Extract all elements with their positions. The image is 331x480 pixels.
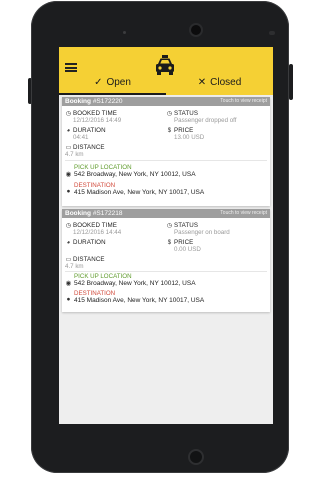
pickup-label: PICK UP LOCATION	[74, 273, 132, 280]
booking-label: Booking	[65, 98, 91, 105]
tab-open[interactable]: ✓ Open	[59, 74, 166, 95]
destination-pin-icon: ●	[66, 296, 71, 303]
distance-label: ▭ DISTANCE	[65, 144, 105, 151]
dollar-icon: $	[167, 128, 172, 134]
status-label: ◷ STATUS	[166, 110, 199, 117]
timer-icon: ◕	[66, 128, 71, 134]
booking-card-header[interactable]: Booking #S172220 Touch to view receipt	[62, 97, 270, 106]
destination-address: 415 Madison Ave, New York, NY 10017, USA	[74, 189, 205, 196]
ruler-icon: ▭	[65, 145, 72, 151]
distance-value: 4.7 km	[65, 151, 84, 158]
pickup-pin-icon: ◉	[65, 280, 72, 287]
app-bar: ✓ Open ✕ Closed	[59, 47, 273, 95]
phone-home-button[interactable]	[188, 449, 204, 465]
booking-card[interactable]: Booking #S172218 Touch to view receipt ◷…	[62, 209, 270, 312]
pickup-address: 542 Broadway, New York, NY 10012, USA	[74, 171, 196, 178]
status-value: Passenger on board	[174, 229, 230, 236]
divider	[65, 160, 267, 161]
phone-power-button	[289, 64, 293, 100]
booked-time-value: 12/12/2016 14:44	[73, 229, 122, 236]
booked-time-label: ◷ BOOKED TIME	[65, 222, 117, 229]
view-receipt-hint[interactable]: Touch to view receipt	[220, 209, 267, 218]
divider	[65, 271, 267, 272]
clock-icon: ◷	[166, 223, 173, 229]
check-icon: ✓	[94, 77, 103, 88]
booking-number: #S172220	[92, 98, 123, 105]
dollar-icon: $	[167, 240, 172, 246]
destination-pin-icon: ●	[66, 188, 71, 195]
clock-icon: ◷	[166, 111, 173, 117]
close-icon: ✕	[197, 77, 207, 88]
pickup-label: PICK UP LOCATION	[74, 164, 132, 171]
distance-value: 4.7 km	[65, 263, 84, 270]
ruler-icon: ▭	[65, 257, 72, 263]
distance-label: ▭ DISTANCE	[65, 256, 105, 263]
duration-value: 04:41	[73, 134, 89, 141]
duration-label: ◕ DURATION	[66, 239, 106, 246]
booking-number: #S172218	[92, 210, 123, 217]
phone-speaker	[123, 31, 126, 34]
pickup-pin-icon: ◉	[65, 171, 72, 178]
destination-label: DESTINATION	[74, 290, 116, 297]
view-receipt-hint[interactable]: Touch to view receipt	[220, 97, 267, 106]
status-value: Passenger dropped off	[174, 117, 237, 124]
destination-address: 415 Madison Ave, New York, NY 10017, USA	[74, 297, 205, 304]
booked-time-value: 12/12/2016 14:49	[73, 117, 122, 124]
price-label: $ PRICE	[167, 239, 194, 246]
status-label: ◷ STATUS	[166, 222, 199, 229]
price-value: 13.00 USD	[174, 134, 205, 141]
clock-icon: ◷	[65, 111, 72, 117]
booking-card-header[interactable]: Booking #S172218 Touch to view receipt	[62, 209, 270, 218]
booking-label: Booking	[65, 210, 91, 217]
phone-camera	[191, 25, 201, 35]
booked-time-label: ◷ BOOKED TIME	[65, 110, 117, 117]
tab-closed[interactable]: ✕ Closed	[166, 74, 273, 95]
hamburger-menu-icon[interactable]	[65, 63, 77, 72]
app-screen: ✓ Open ✕ Closed Booking #S172220 Touch to …	[59, 47, 273, 424]
phone-sensor	[269, 31, 275, 35]
booking-card[interactable]: Booking #S172220 Touch to view receipt ◷…	[62, 97, 270, 206]
tab-open-label: Open	[106, 77, 131, 88]
timer-icon: ◕	[66, 240, 71, 246]
price-value: 0.00 USD	[174, 246, 201, 253]
clock-icon: ◷	[65, 223, 72, 229]
destination-label: DESTINATION	[74, 182, 116, 189]
price-label: $ PRICE	[167, 127, 194, 134]
duration-label: ◕ DURATION	[66, 127, 106, 134]
tab-open-indicator	[59, 93, 166, 95]
pickup-address: 542 Broadway, New York, NY 10012, USA	[74, 280, 196, 287]
tab-closed-label: Closed	[210, 77, 242, 88]
